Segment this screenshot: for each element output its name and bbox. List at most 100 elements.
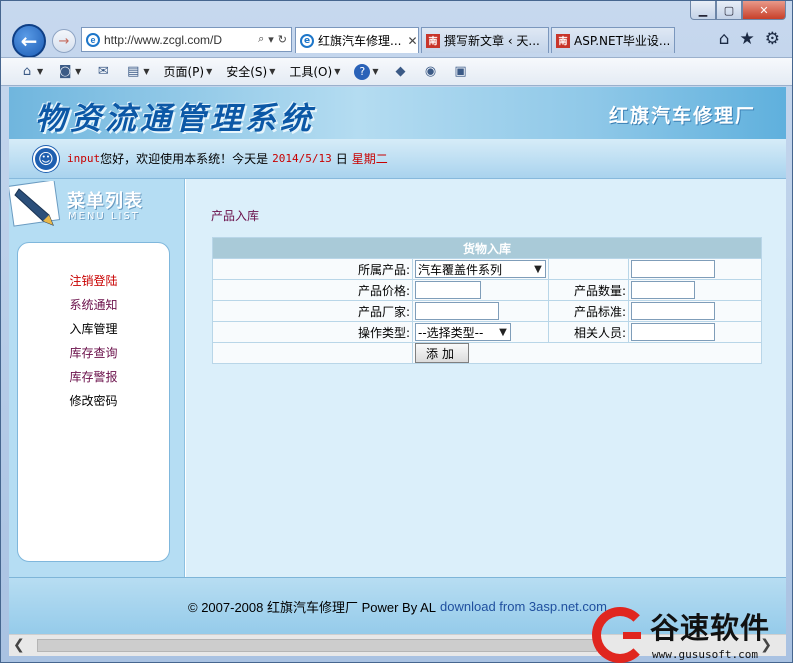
tab-label: ASP.NET毕业设... [574,34,671,48]
help-icon: ? [354,63,371,80]
home-menu[interactable]: ⌂ ▼ [15,64,47,80]
watermark-logo: 谷速软件 www.gususoft.com [592,605,792,663]
chevron-down-icon: ▼ [499,326,507,338]
weekday: 星期二 [351,152,388,166]
footer-copyright: © 2007-2008 红旗汽车修理厂 Power By AL [188,599,437,615]
person-input[interactable] [631,323,715,341]
favorites-star-icon[interactable]: ★ [740,29,755,49]
menu-title-cn: 菜单列表 [67,191,143,212]
menu-item-change-password[interactable]: 修改密码 [18,389,169,413]
browser-right-icons: ⌂ ★ ⚙ [719,29,780,49]
addon-button[interactable]: ▣ [449,64,473,80]
manufacturer-label: 产品厂家: [212,300,413,322]
research-button[interactable]: ◆ [389,64,413,80]
back-arrow-icon: ← [20,29,38,53]
mail-button[interactable]: ✉ [91,64,115,80]
product-extra-input[interactable] [631,260,715,278]
address-tools: ⌕ ▾ ↻ [254,33,291,46]
globe-icon: ◉ [424,64,437,79]
ie-icon: e [300,33,314,48]
current-date: 2014/5/13 [272,152,332,165]
safety-menu-label: 安全(S) [226,65,268,79]
title-bar: ▁ ▢ ✕ [1,1,792,23]
standard-input[interactable] [631,302,715,320]
forward-button[interactable]: → [52,29,76,53]
minimize-button[interactable]: ▁ [690,1,716,20]
feeds-menu[interactable]: ◙ ▼ [53,64,85,80]
scroll-left-icon[interactable]: ❮ [13,637,25,653]
menu-list: 注销登陆 系统通知 入库管理 库存查询 库存警报 修改密码 [17,242,170,562]
main-content: 产品入库 货物入库 所属产品: 汽车覆盖件系列 ▼ 产品价格: 产品数量: 产品… [186,179,786,577]
tab-close-icon[interactable]: ✕ [407,34,417,48]
close-button[interactable]: ✕ [742,1,786,20]
page-menu[interactable]: 页面(P) ▼ [159,63,216,80]
menu-item-notice[interactable]: 系统通知 [18,293,169,317]
watermark-url: www.gususoft.com [652,648,758,661]
menu-title-en: MENU LIST [68,211,140,222]
research-icon: ◆ [395,64,406,79]
greeting-text: 您好，欢迎使用本系统！今天是 [100,152,269,166]
chevron-down-icon: ▼ [334,67,341,76]
tab-active[interactable]: e 红旗汽车修理... ✕ [295,27,419,53]
g-logo-icon [592,607,648,663]
quantity-label: 产品数量: [548,279,629,301]
chevron-down-icon: ▼ [75,67,82,76]
welcome-bar: ☺ input 您好，欢迎使用本系统！今天是 2014/5/13 日 星期二 [9,139,786,179]
maximize-button[interactable]: ▢ [716,1,742,20]
mail-icon: ✉ [97,64,109,79]
footer-link[interactable]: download from 3asp.net.com [440,599,607,614]
standard-label: 产品标准: [548,300,629,322]
messenger-button[interactable]: ◉ [419,64,443,80]
menu-item-stock-in[interactable]: 入库管理 [18,317,169,341]
page-menu-label: 页面(P) [163,65,205,79]
browser-window: ▁ ▢ ✕ ← → e http://www.zcgl.com/D ⌕ ▾ ↻ … [0,0,793,663]
gear-icon[interactable]: ⚙ [765,29,780,49]
home-icon[interactable]: ⌂ [719,29,730,49]
manufacturer-input[interactable] [415,302,499,320]
back-button[interactable]: ← [12,24,46,58]
chevron-down-icon: ▼ [37,67,44,76]
menu-item-inventory-query[interactable]: 库存查询 [18,341,169,365]
op-type-select[interactable]: --选择类型-- ▼ [415,323,511,341]
form-title: 货物入库 [212,237,762,259]
safety-menu[interactable]: 安全(S) ▼ [222,63,279,80]
stock-in-form: 货物入库 所属产品: 汽车覆盖件系列 ▼ 产品价格: 产品数量: 产品厂家: 产… [212,237,762,364]
menu-item-inventory-alert[interactable]: 库存警报 [18,365,169,389]
breadcrumb: 产品入库 [211,209,260,223]
site-icon: 南 [426,33,440,48]
dropdown-icon[interactable]: ▾ [268,33,274,46]
quantity-input[interactable] [631,281,695,299]
price-input[interactable] [415,281,481,299]
scrollbar-thumb[interactable] [37,639,597,652]
tab-3[interactable]: 南 ASP.NET毕业设... [551,27,675,53]
search-icon[interactable]: ⌕ [258,33,264,46]
price-label: 产品价格: [212,279,413,301]
print-menu[interactable]: ▤ ▼ [121,64,153,80]
tab-label: 红旗汽车修理... [318,34,402,48]
person-label: 相关人员: [548,321,629,343]
address-url[interactable]: http://www.zcgl.com/D [104,33,254,47]
refresh-icon[interactable]: ↻ [278,33,287,46]
addon-icon: ▣ [454,64,467,79]
address-bar[interactable]: e http://www.zcgl.com/D ⌕ ▾ ↻ [81,27,292,52]
add-button[interactable]: 添加 [415,343,469,363]
printer-icon: ▤ [127,64,140,79]
day-label: 日 [335,152,348,166]
help-menu[interactable]: ? ▼ [350,63,382,80]
tab-2[interactable]: 南 撰写新文章 ‹ 天... [421,27,549,53]
tools-menu-label: 工具(O) [289,65,333,79]
tools-menu[interactable]: 工具(O) ▼ [285,63,344,80]
command-bar: ⌂ ▼ ◙ ▼ ✉ ▤ ▼ 页面(P) ▼ 安全(S) ▼ 工具(O) ▼ ? ▼ ◆ ◉ ▣ [1,57,792,86]
menu-item-logout[interactable]: 注销登陆 [18,269,169,293]
ie-icon: e [86,32,100,47]
forward-arrow-icon: → [58,33,70,49]
site-banner: 物资流通管理系统 红旗汽车修理厂 [9,87,786,139]
chevron-down-icon: ▼ [143,67,150,76]
product-label: 所属产品: [212,258,413,280]
site-icon: 南 [556,33,570,48]
chevron-down-icon: ▼ [534,263,542,275]
window-controls: ▁ ▢ ✕ [690,1,786,21]
watermark-name: 谷速软件 [650,611,771,645]
factory-name: 红旗汽车修理厂 [608,105,756,127]
product-select[interactable]: 汽车覆盖件系列 ▼ [415,260,546,278]
